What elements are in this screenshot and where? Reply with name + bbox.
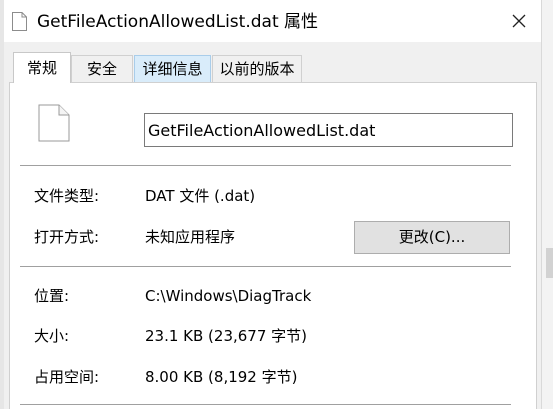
size-on-disk-label: 占用空间: bbox=[34, 368, 100, 386]
document-icon bbox=[12, 12, 27, 31]
tab-security[interactable]: 安全 bbox=[71, 55, 133, 82]
window-title: GetFileActionAllowedList.dat 属性 bbox=[37, 12, 319, 32]
background-window-band bbox=[546, 248, 553, 278]
separator bbox=[20, 165, 511, 166]
tab-previous-versions[interactable]: 以前的版本 bbox=[212, 55, 302, 82]
separator bbox=[20, 266, 511, 267]
location-value: C:\Windows\DiagTrack bbox=[145, 287, 312, 305]
close-icon bbox=[512, 14, 526, 28]
close-button[interactable] bbox=[504, 6, 534, 36]
background-window-edge-right bbox=[541, 0, 553, 409]
location-label: 位置: bbox=[34, 287, 70, 305]
size-value: 23.1 KB (23,677 字节) bbox=[145, 327, 308, 345]
properties-dialog: GetFileActionAllowedList.dat 属性 常规 安全 详细… bbox=[4, 0, 541, 409]
size-on-disk-value: 8.00 KB (8,192 字节) bbox=[145, 368, 298, 386]
file-name-field[interactable] bbox=[144, 113, 513, 147]
screen: GetFileActionAllowedList.dat 属性 常规 安全 详细… bbox=[0, 0, 553, 409]
tab-general[interactable]: 常规 bbox=[13, 52, 71, 83]
opens-with-label: 打开方式: bbox=[34, 228, 100, 246]
change-button[interactable]: 更改(C)... bbox=[354, 221, 510, 254]
opens-with-value: 未知应用程序 bbox=[145, 228, 236, 246]
document-icon bbox=[38, 104, 70, 142]
separator bbox=[20, 404, 511, 405]
file-type-value: DAT 文件 (.dat) bbox=[145, 187, 256, 205]
title-bar[interactable]: GetFileActionAllowedList.dat 属性 bbox=[4, 0, 541, 42]
size-label: 大小: bbox=[34, 327, 70, 345]
tab-details[interactable]: 详细信息 bbox=[134, 55, 211, 82]
file-type-label: 文件类型: bbox=[34, 187, 100, 205]
